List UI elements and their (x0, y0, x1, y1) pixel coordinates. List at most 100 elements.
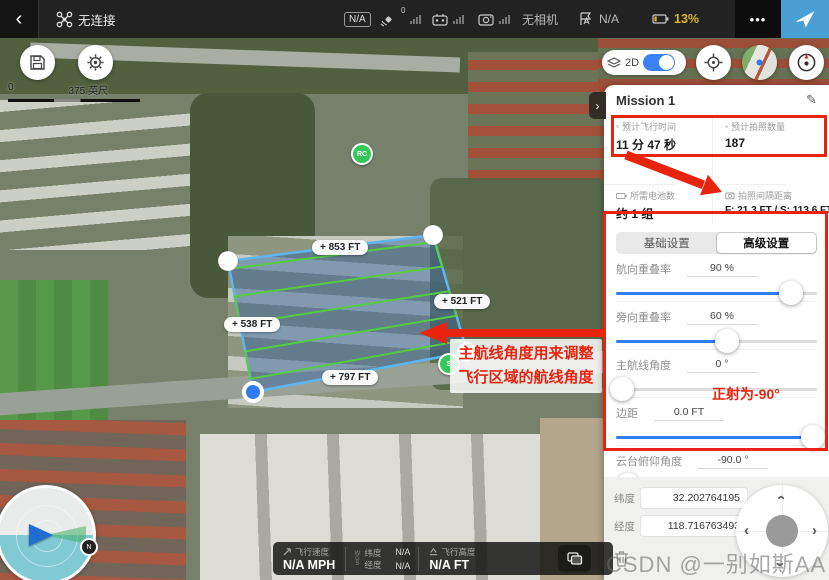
save-icon (29, 54, 46, 71)
map-mode-button[interactable] (558, 545, 591, 572)
flight-mode-group: N/A (578, 0, 619, 38)
tab-basic-settings[interactable]: 基础设置 (617, 233, 717, 253)
stacked-maps-icon (567, 552, 583, 565)
edge-length-label-bottom: + 797 FT (322, 370, 378, 385)
setting-course-overlap: 航向重叠率 90 % (616, 254, 817, 302)
more-menu-button[interactable]: ••• (735, 0, 781, 38)
gps-satellite-count: 0 (401, 6, 405, 15)
map-layer-toggle[interactable]: 2D (602, 50, 686, 75)
route-angle-note: 主航线角度用来调整 飞行区域的航线角度 (450, 339, 602, 393)
rc-signal-group (432, 0, 464, 38)
telemetry-lat-value: N/A (395, 547, 410, 557)
datum-label: WGS (354, 551, 360, 566)
camera-icon (478, 13, 494, 26)
compass-icon (796, 52, 817, 73)
settings-tabs: 基础设置 高级设置 (616, 232, 817, 254)
speed-icon (283, 547, 292, 556)
mission-panel: Mission 1 ✎ 预计飞行时间 11 分 47 秒 (604, 85, 829, 580)
advanced-settings-list: 航向重叠率 90 % 旁向重叠率 60 % 主航线角度 (604, 254, 829, 493)
csdn-watermark: CSDN @一别如斯AA (606, 547, 826, 579)
crosshair-icon (704, 53, 723, 72)
longitude-input[interactable]: 118.716763493 (640, 515, 748, 537)
minimap-button[interactable] (742, 45, 777, 80)
side-overlap-value[interactable]: 60 % (687, 310, 757, 325)
camera-signal-bars (499, 14, 510, 24)
margin-slider[interactable] (616, 429, 817, 445)
edge-length-label-top: + 853 FT (312, 240, 368, 255)
altitude-readout: 飞行高度 N/A FT (419, 546, 485, 572)
scale-end: 375 英尺 (69, 82, 108, 97)
airplane-icon (795, 9, 815, 29)
satellite-icon (380, 12, 396, 27)
rc-location-marker[interactable]: RC (351, 143, 373, 165)
aircraft-status-group: 无连接 (56, 0, 116, 38)
locate-me-button[interactable] (696, 45, 731, 80)
nudge-up-button[interactable]: › (772, 495, 789, 500)
telemetry-lng-value: N/A (395, 561, 410, 571)
tab-advanced-settings[interactable]: 高级设置 (717, 233, 817, 253)
mission-title: Mission 1 (616, 93, 806, 108)
save-mission-button[interactable] (20, 45, 55, 80)
map-compass[interactable] (0, 485, 96, 580)
course-overlap-slider[interactable] (616, 285, 817, 301)
settings-button[interactable] (78, 45, 113, 80)
nudge-left-button[interactable]: ‹ (744, 522, 749, 539)
battery-icon (652, 12, 669, 26)
dpad-center-button[interactable] (766, 515, 798, 547)
drone-mission-app: + 853 FT + 521 FT + 538 FT + 797 FT RC S… (0, 0, 829, 580)
stat-flight-time: 预计飞行时间 11 分 47 秒 (604, 116, 676, 185)
edge-length-label-left: + 538 FT (224, 317, 280, 332)
photo-count-icon (725, 122, 728, 131)
photo-interval-icon (725, 191, 735, 200)
layers-icon (607, 57, 621, 69)
altitude-icon (429, 547, 438, 556)
nudge-right-button[interactable]: › (812, 522, 817, 539)
map-scale-bar: 0 375 英尺 (8, 82, 140, 102)
gps-signal-bars (410, 14, 421, 24)
stat-batteries-needed: 所需电池数 约 1 组 (604, 185, 712, 224)
setting-course-angle: 主航线角度 0 ° (616, 350, 817, 398)
scale-start: 0 (8, 82, 14, 97)
mission-stats: 预计飞行时间 11 分 47 秒 预计拍照数量 187 (604, 115, 829, 224)
drone-icon (56, 11, 73, 28)
2d-toggle-switch[interactable] (643, 54, 675, 71)
battery-group: 13% (652, 0, 699, 38)
stat-photo-interval: 拍照间隔距离 F: 21.3 FT / S: 113.6 FT (712, 185, 829, 224)
course-overlap-value[interactable]: 90 % (687, 262, 757, 277)
clock-icon (616, 122, 619, 131)
flight-mode-value: N/A (599, 12, 619, 26)
course-angle-slider[interactable] (616, 381, 817, 397)
edge-length-label-right: + 521 FT (434, 294, 490, 309)
map-buildings-red (468, 52, 610, 180)
flight-mode-icon (578, 12, 594, 26)
panel-collapse-handle[interactable]: › (589, 92, 606, 119)
connection-status: 无连接 (78, 10, 116, 29)
remote-controller-icon (432, 13, 448, 26)
edit-mission-icon[interactable]: ✎ (806, 92, 817, 108)
scale-bar-line (8, 99, 140, 102)
position-readout: WGS 纬度 经度 N/A N/A (346, 546, 418, 572)
compass-aircraft-arrow (29, 524, 53, 546)
gps-status-group: 0 (380, 0, 421, 38)
battery-percent: 13% (674, 12, 699, 26)
map-buildings-white (0, 100, 190, 250)
mission-header: Mission 1 ✎ (604, 85, 829, 115)
side-overlap-slider[interactable] (616, 333, 817, 349)
back-button[interactable]: ‹ (0, 0, 39, 38)
camera-status-group: 无相机 (522, 0, 558, 38)
takeoff-button[interactable] (781, 0, 829, 38)
camera-signal-group (478, 0, 510, 38)
stat-photo-count: 预计拍照数量 187 (712, 116, 785, 185)
mode-badge: N/A (344, 0, 371, 38)
margin-value[interactable]: 0.0 FT (654, 406, 724, 421)
gear-icon (86, 53, 105, 72)
compass-reset-button[interactable] (789, 45, 824, 80)
rc-signal-bars (453, 14, 464, 24)
compass-north-badge: N (80, 538, 98, 556)
setting-margin: 边距 0.0 FT (616, 398, 817, 446)
latitude-input[interactable]: 32.202764195 (640, 487, 748, 509)
gimbal-pitch-value[interactable]: -90.0 ° (698, 454, 768, 469)
setting-side-overlap: 旁向重叠率 60 % (616, 302, 817, 350)
battery-count-icon (616, 192, 627, 200)
course-angle-value[interactable]: 0 ° (687, 358, 757, 373)
